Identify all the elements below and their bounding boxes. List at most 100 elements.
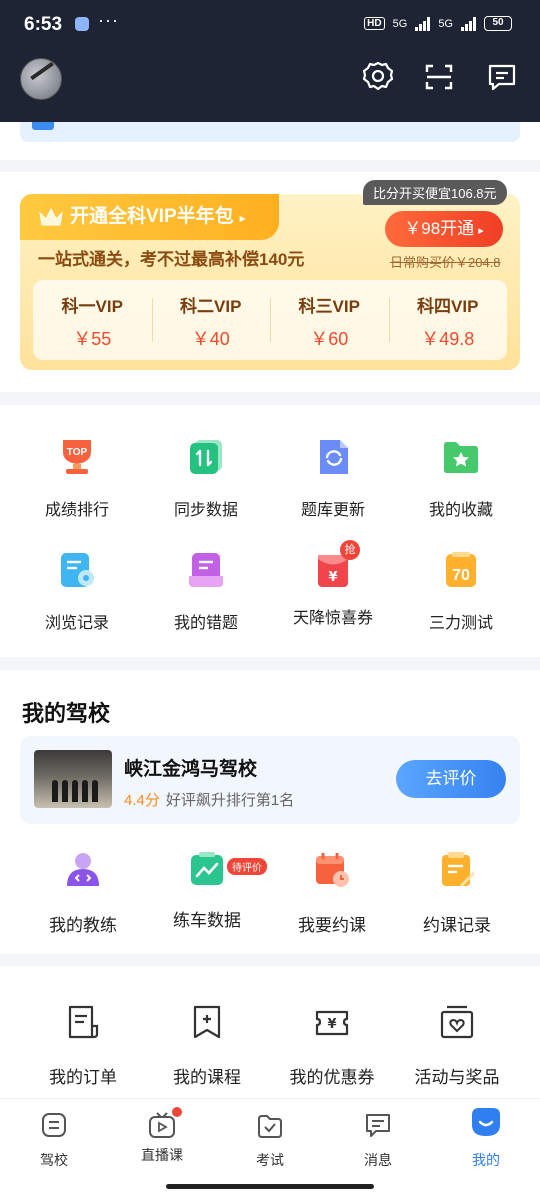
school-tool-booking-record[interactable]: 约课记录 [395,850,519,936]
order-item-activities-prizes[interactable]: 活动与奖品 [395,1004,519,1088]
tool-label: 活动与奖品 [414,1068,500,1087]
tool-wrong-questions[interactable]: 我的错题 [141,550,271,633]
vip-subject-price: ￥40 [191,329,230,349]
refresh-doc-icon [320,440,348,474]
profile-header: 6:53 ··· HD 5G 5G 50 [0,0,540,122]
pending-review-tag: 待评价 [227,858,267,875]
message-tab-icon [366,1114,390,1137]
tool-label: 我的订单 [49,1068,117,1087]
star-folder-icon [444,442,478,473]
sync-data-icon [190,440,222,474]
school-tool-book-lesson[interactable]: 我要约课 [270,850,394,936]
tab-driving-school[interactable]: 驾校 [0,1111,108,1170]
vip-savings-bubble: 比分开买便宜106.8元 [363,180,507,205]
message-icon[interactable] [485,60,519,94]
status-bar: 6:53 ··· HD 5G 5G 50 [0,0,540,50]
coupon-icon: ¥ [315,1010,349,1036]
tool-label: 我的教练 [49,916,117,935]
vip-subject-name: 科二VIP [180,297,242,316]
tab-messages[interactable]: 消息 [324,1111,432,1170]
tab-exam[interactable]: 考试 [216,1111,324,1170]
history-eye-icon [61,553,94,587]
vip-title-tag[interactable]: 开通全科VIP半年包 ▸ [20,194,279,240]
tab-me[interactable]: 我的 [432,1108,540,1170]
section-title: 我的驾校 [22,701,111,726]
hd-voice-icon: HD [364,17,385,30]
order-item-my-coupons[interactable]: ¥ 我的优惠券 [270,1004,394,1088]
vip-title-arrow-icon: ▸ [239,211,246,225]
school-name: 峡江金鸿马驾校 [124,759,258,780]
gift-icon [440,1005,474,1039]
vip-original-price: 日常购买价￥204.8 [390,255,501,270]
tool-score-ranking[interactable]: TOP 成绩排行 [12,437,142,520]
me-tab-icon [472,1108,500,1136]
order-item-my-courses[interactable]: 我的课程 [145,1004,269,1088]
network-5g-label-2: 5G [438,17,453,30]
orders-section: 我的订单 我的课程 ¥ 我的优惠券 活动与奖品 [0,966,540,1098]
tool-label: 练车数据 [173,911,241,930]
vip-open-button[interactable]: ￥98开通 ▸ [385,211,503,247]
wrong-questions-icon [189,553,223,587]
practice-data-icon [191,852,223,885]
coach-icon [67,853,99,886]
booking-record-icon [442,852,475,887]
vip-subject-item[interactable]: 科二VIP ￥40 [151,280,271,360]
vip-subject-item[interactable]: 科三VIP ￥60 [270,280,389,360]
vip-subtitle: 一站式通关，考不过最高补偿140元 [38,250,305,269]
school-score: 4.4分 [124,792,160,809]
live-tab-icon [149,1112,175,1138]
live-tab-icon-wrap [148,1107,182,1139]
practice-data-icon-wrap: 待评价 [187,850,267,890]
rate-school-button[interactable]: 去评价 [396,760,506,798]
red-envelope-icon-wrap: ¥ 抢 [313,540,360,590]
network-5g-label: 5G [392,17,408,30]
tab-label: 直播课 [141,1147,183,1163]
school-photo [34,750,112,808]
tool-my-favorites[interactable]: 我的收藏 [396,437,526,520]
order-item-my-orders[interactable]: 我的订单 [21,1004,145,1088]
vip-section: 开通全科VIP半年包 ▸ 一站式通关，考不过最高补偿140元 比分开买便宜106.… [0,172,540,392]
vip-subject-price: ￥60 [310,329,349,349]
vip-open-button-label: ￥98开通 [404,219,475,238]
vip-card[interactable]: 开通全科VIP半年包 ▸ 一站式通关，考不过最高补偿140元 比分开买便宜106.… [20,180,520,370]
tool-label: 我的收藏 [428,502,493,519]
tool-browsing-history[interactable]: 浏览记录 [12,550,142,633]
vip-subject-item[interactable]: 科四VIP ￥49.8 [388,280,508,360]
tool-surprise-coupon[interactable]: ¥ 抢 天降惊喜券 [268,540,398,628]
avatar[interactable] [20,58,62,100]
tool-label: 我的优惠券 [289,1068,375,1087]
settings-icon[interactable] [361,60,395,94]
tool-question-bank-update[interactable]: 题库更新 [268,437,398,520]
tab-live-course[interactable]: 直播课 [108,1107,216,1165]
tab-label: 考试 [256,1152,284,1168]
vip-subject-name: 科三VIP [298,297,360,316]
tool-label: 约课记录 [423,916,491,935]
tools-grid: TOP 成绩排行 同步数据 题库更新 我的收藏 浏览记录 我的错题 ¥ 抢 天降… [0,405,540,657]
tool-sync-data[interactable]: 同步数据 [141,437,271,520]
test-70-icon-text: 70 [452,567,470,584]
school-card[interactable]: 峡江金鸿马驾校 4.4分 好评飙升排行第1名 去评价 [20,736,520,824]
banner-strip-card[interactable] [20,122,520,142]
tool-label: 同步数据 [173,502,238,519]
live-unread-dot [172,1107,182,1117]
vip-subject-price: ￥49.8 [421,329,475,349]
svg-text:TOP: TOP [67,447,88,458]
tool-label: 我要约课 [298,916,366,935]
exam-tab-icon [258,1115,282,1138]
my-driving-school-section: 我的驾校 峡江金鸿马驾校 4.4分 好评飙升排行第1名 去评价 我的教练 待评价 … [0,670,540,954]
scan-icon[interactable] [422,60,456,94]
banner-strip-icon [32,122,54,130]
signal-icon-2 [461,16,476,31]
test-70-icon: 70 [446,552,476,587]
tab-label: 我的 [472,1152,500,1168]
school-rank-text: 好评飙升排行第1名 [165,792,295,809]
school-tool-practice-data[interactable]: 待评价 练车数据 [145,850,269,931]
home-indicator[interactable] [166,1184,374,1189]
school-tab-icon [42,1113,66,1137]
grab-badge: 抢 [340,540,360,560]
tool-three-ability-test[interactable]: 70 三力测试 [396,550,526,633]
school-tool-my-coach[interactable]: 我的教练 [21,850,145,936]
vip-subject-item[interactable]: 科一VIP ￥55 [33,280,152,360]
svg-text:¥: ¥ [327,1017,336,1032]
vip-subject-price: ￥55 [73,329,112,349]
